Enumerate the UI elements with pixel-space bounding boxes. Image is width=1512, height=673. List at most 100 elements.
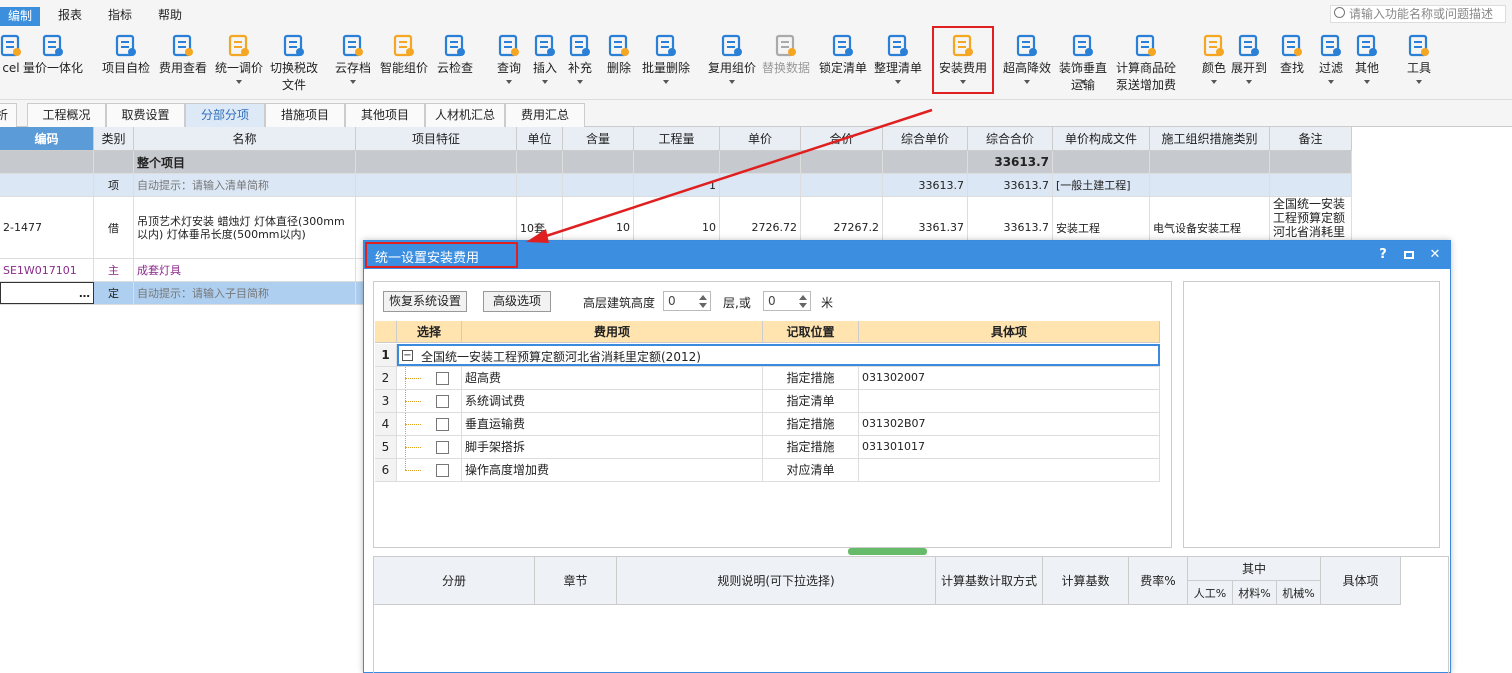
grid-cell-name[interactable]: 整个项目 (134, 151, 356, 173)
batch-delete-button[interactable]: 批量删除 (638, 26, 694, 98)
grid-header-9[interactable]: 综合单价 (883, 127, 968, 151)
fee-item[interactable]: 031302B07 (859, 413, 1160, 435)
grid-cell-comp_price[interactable] (883, 151, 968, 173)
grid-cell-price[interactable] (720, 174, 801, 196)
help-icon[interactable]: ? (1375, 247, 1391, 263)
tab-4[interactable]: 措施项目 (265, 103, 345, 127)
grid-header-2[interactable]: 名称 (134, 127, 356, 151)
grid-cell-code[interactable] (0, 174, 94, 196)
select-checkbox[interactable] (436, 372, 449, 385)
menu-compile[interactable]: 编制 (0, 7, 41, 26)
grid-cell-name[interactable]: 吊顶艺术灯安装 蜡烛灯 灯体直径(300mm以内) 灯体垂吊长度(500mm以内… (134, 197, 356, 258)
grid-cell-name[interactable]: 自动提示：请输入子目简称 (134, 282, 356, 304)
grid-cell-feature[interactable] (356, 151, 517, 173)
grid-cell-note[interactable] (1270, 174, 1352, 196)
advanced-options-button[interactable]: 高级选项 (483, 291, 551, 312)
grid-cell-name[interactable]: 成套灯具 (134, 259, 356, 281)
grid-cell-file[interactable] (1053, 151, 1150, 173)
grid-cell-content[interactable] (563, 174, 634, 196)
insert-button[interactable]: 插入 (526, 26, 564, 98)
high-efficiency-button[interactable]: 超高降效 (999, 26, 1055, 98)
grid-header-4[interactable]: 单位 (517, 127, 563, 151)
tab-0[interactable]: 析 (0, 103, 17, 127)
grid-header-10[interactable]: 综合合价 (968, 127, 1053, 151)
grid-cell-comp_total[interactable]: 33613.7 (968, 174, 1053, 196)
tab-2[interactable]: 取费设置 (106, 103, 185, 127)
grid-header-11[interactable]: 单价构成文件 (1053, 127, 1150, 151)
grid-cell-code[interactable] (0, 151, 94, 173)
tab-6[interactable]: 人材机汇总 (425, 103, 505, 127)
organize-list-button[interactable]: 整理清单 (870, 26, 926, 98)
grid-cell-total[interactable] (801, 174, 883, 196)
select-checkbox[interactable] (436, 441, 449, 454)
select-checkbox[interactable] (436, 418, 449, 431)
fee-row[interactable]: 3 系统调试费 指定清单 (375, 390, 1160, 413)
close-icon[interactable]: ✕ (1427, 247, 1443, 263)
grid-cell-name[interactable]: 自动提示：请输入清单简称 (134, 174, 356, 196)
fee-row[interactable]: 5 脚手架搭拆 指定措施 031301017 (375, 436, 1160, 459)
grid-cell-qty[interactable] (634, 151, 720, 173)
tool-button[interactable]: 工具 (1400, 26, 1438, 98)
grid-header-6[interactable]: 工程量 (634, 127, 720, 151)
fee-row[interactable]: 6 操作高度增加费 对应清单 (375, 459, 1160, 482)
grid-cell-total[interactable] (801, 151, 883, 173)
query-button[interactable]: 查询 (492, 26, 526, 98)
restore-system-button[interactable]: 恢复系统设置 (383, 291, 467, 312)
unify-price-button[interactable]: 统一调价 (211, 26, 267, 98)
fee-item[interactable] (859, 390, 1160, 412)
fee-group-row[interactable]: − 全国统一安装工程预算定额河北省消耗里定额(2012) (397, 344, 1160, 366)
meter-stepper[interactable]: 0 (763, 291, 811, 311)
grid-header-5[interactable]: 含量 (563, 127, 634, 151)
tab-1[interactable]: 工程概况 (27, 103, 106, 127)
expand-button[interactable]: 展开到 (1228, 26, 1270, 98)
tab-3[interactable]: 分部分项 (185, 103, 265, 127)
splitter-handle[interactable] (848, 548, 927, 555)
cloud-check-button[interactable]: 云检查 (433, 26, 477, 98)
select-checkbox[interactable] (436, 464, 449, 477)
grid-header-3[interactable]: 项目特征 (356, 127, 517, 151)
fee-item[interactable]: 031301017 (859, 436, 1160, 458)
grid-header-1[interactable]: 类别 (94, 127, 134, 151)
grid-header-7[interactable]: 单价 (720, 127, 801, 151)
grid-header-0[interactable]: 编码 (0, 127, 94, 151)
menu-report[interactable]: 报表 (50, 6, 90, 24)
fee-view-button[interactable]: 费用查看 (155, 26, 211, 98)
supplement-button[interactable]: 补充 (563, 26, 597, 98)
floor-stepper[interactable]: 0 (663, 291, 711, 311)
grid-row[interactable]: 项自动提示：请输入清单简称 1 33613.7 33613.7 [一般土建工程] (0, 174, 1352, 197)
fee-item[interactable]: 031302007 (859, 367, 1160, 389)
replace-data-button[interactable]: 替换数据 (760, 26, 812, 98)
price-integration-button[interactable]: 量价一体化 (18, 26, 88, 98)
tab-7[interactable]: 费用汇总 (505, 103, 585, 127)
cloud-save-button[interactable]: 云存档 (331, 26, 375, 98)
filter-button[interactable]: 过滤 (1311, 26, 1351, 98)
feature-search-input[interactable]: 请输入功能名称或问题描述 (1330, 5, 1506, 23)
lock-list-button[interactable]: 锁定清单 (815, 26, 871, 98)
concrete-pump-button[interactable]: 计算商品砼 泵送增加费 (1113, 26, 1179, 98)
collapse-icon[interactable]: − (402, 350, 413, 361)
project-check-button[interactable]: 项目自检 (98, 26, 154, 98)
fee-position[interactable]: 对应清单 (763, 459, 859, 481)
fee-row[interactable]: 2 超高费 指定措施 031302007 (375, 367, 1160, 390)
other-button[interactable]: 其他 (1348, 26, 1386, 98)
fee-position[interactable]: 指定措施 (763, 367, 859, 389)
grid-cell-unit[interactable] (517, 151, 563, 173)
grid-cell-comp_price[interactable]: 33613.7 (883, 174, 968, 196)
select-checkbox[interactable] (436, 395, 449, 408)
smart-price-button[interactable]: 智能组价 (375, 26, 433, 98)
menu-help[interactable]: 帮助 (150, 6, 190, 24)
grid-cell-note[interactable] (1270, 151, 1352, 173)
grid-cell-measure[interactable] (1150, 174, 1270, 196)
fee-row[interactable]: 4 垂直运输费 指定措施 031302B07 (375, 413, 1160, 436)
grid-cell-comp_total[interactable]: 33613.7 (968, 151, 1053, 173)
vertical-transport-button[interactable]: 装饰垂直 运输 (1055, 26, 1111, 98)
delete-button[interactable]: 删除 (600, 26, 638, 98)
grid-cell-file[interactable]: [一般土建工程] (1053, 174, 1150, 196)
fee-position[interactable]: 指定措施 (763, 436, 859, 458)
tab-5[interactable]: 其他项目 (345, 103, 425, 127)
grid-header-12[interactable]: 施工组织措施类别 (1150, 127, 1270, 151)
menu-index[interactable]: 指标 (100, 6, 140, 24)
fee-position[interactable]: 指定措施 (763, 413, 859, 435)
grid-cell-measure[interactable] (1150, 151, 1270, 173)
fee-item[interactable] (859, 459, 1160, 481)
